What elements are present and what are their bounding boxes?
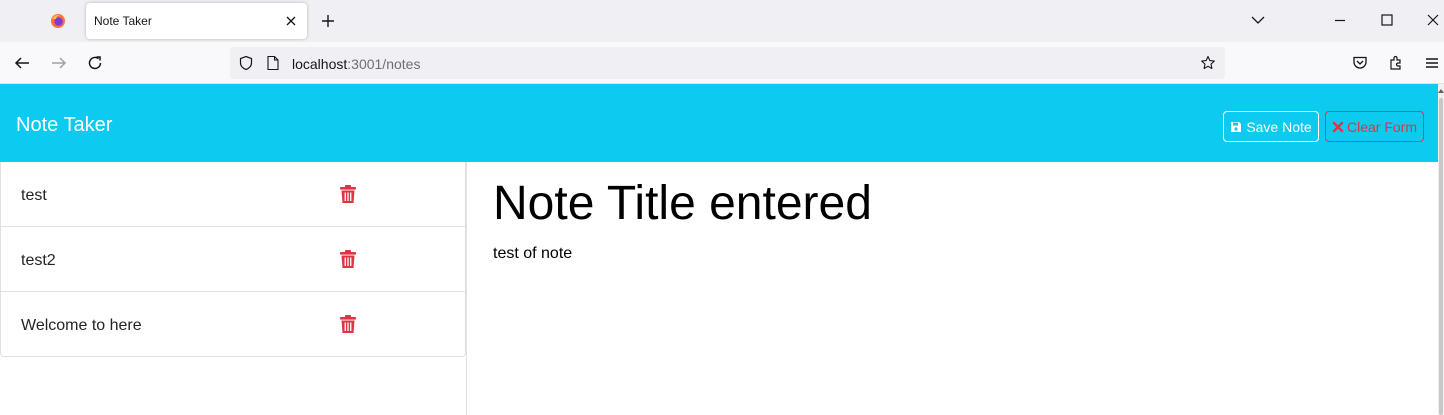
- trash-icon[interactable]: [340, 315, 356, 334]
- menu-icon[interactable]: [1423, 54, 1441, 72]
- note-list-item[interactable]: Welcome to here: [1, 292, 465, 357]
- scroll-up-arrow-icon[interactable]: [1438, 88, 1444, 94]
- url-path: :3001/notes: [347, 56, 421, 72]
- extensions-icon[interactable]: [1387, 54, 1405, 72]
- save-icon: [1231, 121, 1242, 132]
- close-icon[interactable]: [283, 13, 299, 29]
- trash-icon[interactable]: [340, 185, 356, 204]
- firefox-icon: [51, 14, 65, 28]
- save-note-button[interactable]: Save Note: [1223, 111, 1319, 142]
- column-divider: [466, 162, 467, 415]
- note-list-item-title[interactable]: test: [21, 187, 47, 205]
- trash-icon[interactable]: [340, 250, 356, 269]
- browser-tab-strip: Note Taker: [0, 0, 1444, 42]
- url-host: localhost: [292, 56, 348, 72]
- browser-toolbar: localhost:3001/notes: [0, 42, 1444, 84]
- back-icon[interactable]: [13, 54, 31, 72]
- brand-title[interactable]: Note Taker: [16, 114, 112, 137]
- minimize-icon[interactable]: [1332, 12, 1348, 28]
- note-title-input[interactable]: Note Title entered: [493, 176, 872, 231]
- pocket-icon[interactable]: [1351, 54, 1369, 72]
- page-icon[interactable]: [266, 55, 280, 71]
- page-scrollbar[interactable]: [1438, 84, 1444, 415]
- url-bar[interactable]: localhost:3001/notes: [230, 47, 1225, 79]
- plus-icon[interactable]: [320, 13, 336, 29]
- clear-form-label: Clear Form: [1346, 118, 1417, 135]
- scrollbar-thumb[interactable]: [1439, 98, 1443, 415]
- tab-title: Note Taker: [94, 14, 152, 28]
- browser-tab[interactable]: Note Taker: [86, 3, 307, 39]
- close-icon[interactable]: [1425, 12, 1441, 28]
- maximize-icon[interactable]: [1379, 12, 1395, 28]
- shield-icon[interactable]: [238, 55, 254, 71]
- url-text[interactable]: localhost:3001/notes: [292, 56, 420, 72]
- note-list-item[interactable]: test2: [1, 227, 465, 292]
- x-icon: [1332, 121, 1344, 132]
- chevron-down-icon[interactable]: [1250, 12, 1266, 28]
- note-list-item-title[interactable]: test2: [21, 252, 56, 270]
- note-list-item-title[interactable]: Welcome to here: [21, 317, 142, 335]
- star-icon[interactable]: [1200, 55, 1216, 71]
- reload-icon[interactable]: [86, 54, 104, 72]
- note-list-item[interactable]: test: [1, 162, 465, 227]
- note-list: test test2 Welcome to here: [0, 162, 466, 357]
- forward-icon[interactable]: [50, 54, 68, 72]
- note-text-area[interactable]: test of note: [493, 245, 572, 263]
- save-note-label: Save Note: [1246, 118, 1312, 135]
- clear-form-button[interactable]: Clear Form: [1325, 111, 1424, 142]
- app-header: Note Taker Save Note Clear Form: [0, 84, 1438, 162]
